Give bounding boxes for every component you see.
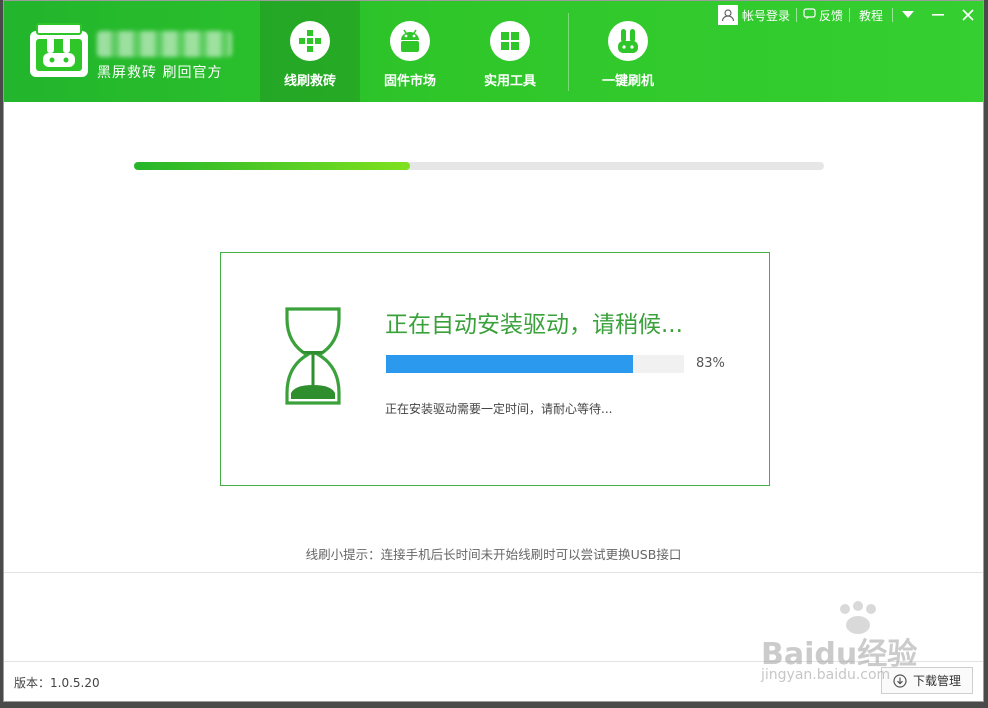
divider xyxy=(4,572,983,573)
tab-firmware-market[interactable]: 固件市场 xyxy=(360,1,460,102)
tab-flash-rescue[interactable]: 线刷救砖 xyxy=(260,1,360,102)
android-icon xyxy=(390,21,430,61)
tab-label: 固件市场 xyxy=(383,74,436,89)
close-button[interactable] xyxy=(953,1,983,29)
install-status-subtitle: 正在安装驱动需要一定时间，请耐心等待... xyxy=(385,402,613,416)
download-manager-button[interactable]: 下载管理 xyxy=(881,667,973,694)
divider xyxy=(4,661,983,662)
header-bar: 黑屏救砖 刷回官方 线刷救砖 固件市场 实用工具 一键刷机 帐号登录 反馈 教程 xyxy=(4,1,983,102)
driver-progress-percent: 83% xyxy=(696,356,725,371)
login-link[interactable]: 帐号登录 xyxy=(717,1,790,29)
minimize-button[interactable] xyxy=(923,1,953,29)
brand-name-blurred xyxy=(97,31,232,57)
nav-divider xyxy=(568,13,569,91)
watermark-url: jingyan.baidu.com xyxy=(761,667,891,683)
tutorial-link[interactable]: 教程 xyxy=(850,1,892,29)
download-manager-label: 下载管理 xyxy=(912,674,961,688)
driver-progress-fill xyxy=(386,355,634,373)
plus-icon xyxy=(290,21,330,61)
app-window: 黑屏救砖 刷回官方 线刷救砖 固件市场 实用工具 一键刷机 帐号登录 反馈 教程… xyxy=(3,0,984,702)
driver-install-card: 正在自动安装驱动，请稍候... 83% 正在安装驱动需要一定时间，请耐心等待..… xyxy=(220,252,770,486)
overall-progress-track xyxy=(134,162,824,170)
feedback-label: 反馈 xyxy=(818,8,843,23)
paw-icon xyxy=(840,601,876,634)
rabbit-icon xyxy=(608,21,648,61)
version-label: 版本：1.0.5.20 xyxy=(14,676,100,690)
user-icon xyxy=(717,5,738,25)
minimize-icon xyxy=(932,14,944,16)
flash-tip: 线刷小提示：连接手机后长时间未开始线刷时可以尝试更换USB接口 xyxy=(305,547,682,562)
login-label: 帐号登录 xyxy=(741,8,790,23)
chat-icon xyxy=(803,7,816,23)
tutorial-label: 教程 xyxy=(858,8,883,23)
app-logo xyxy=(29,23,89,79)
tab-label: 一键刷机 xyxy=(601,74,654,89)
driver-progress-track xyxy=(386,355,684,373)
feedback-link[interactable]: 反馈 xyxy=(797,1,849,29)
tab-label: 线刷救砖 xyxy=(283,74,336,89)
install-status-title: 正在自动安装驱动，请稍候... xyxy=(385,312,683,338)
triangle-down-icon xyxy=(902,11,914,18)
tab-one-click-flash[interactable]: 一键刷机 xyxy=(578,1,678,102)
grid-icon xyxy=(490,21,530,61)
tab-utilities[interactable]: 实用工具 xyxy=(460,1,560,102)
close-icon xyxy=(962,9,974,21)
brand-tagline: 黑屏救砖 刷回官方 xyxy=(97,65,223,81)
overall-progress-fill xyxy=(134,162,410,170)
window-topbar: 帐号登录 反馈 教程 xyxy=(717,1,983,29)
download-icon xyxy=(893,673,907,688)
hourglass-icon xyxy=(281,305,345,407)
tab-label: 实用工具 xyxy=(483,74,536,89)
dropdown-menu-button[interactable] xyxy=(893,1,923,29)
